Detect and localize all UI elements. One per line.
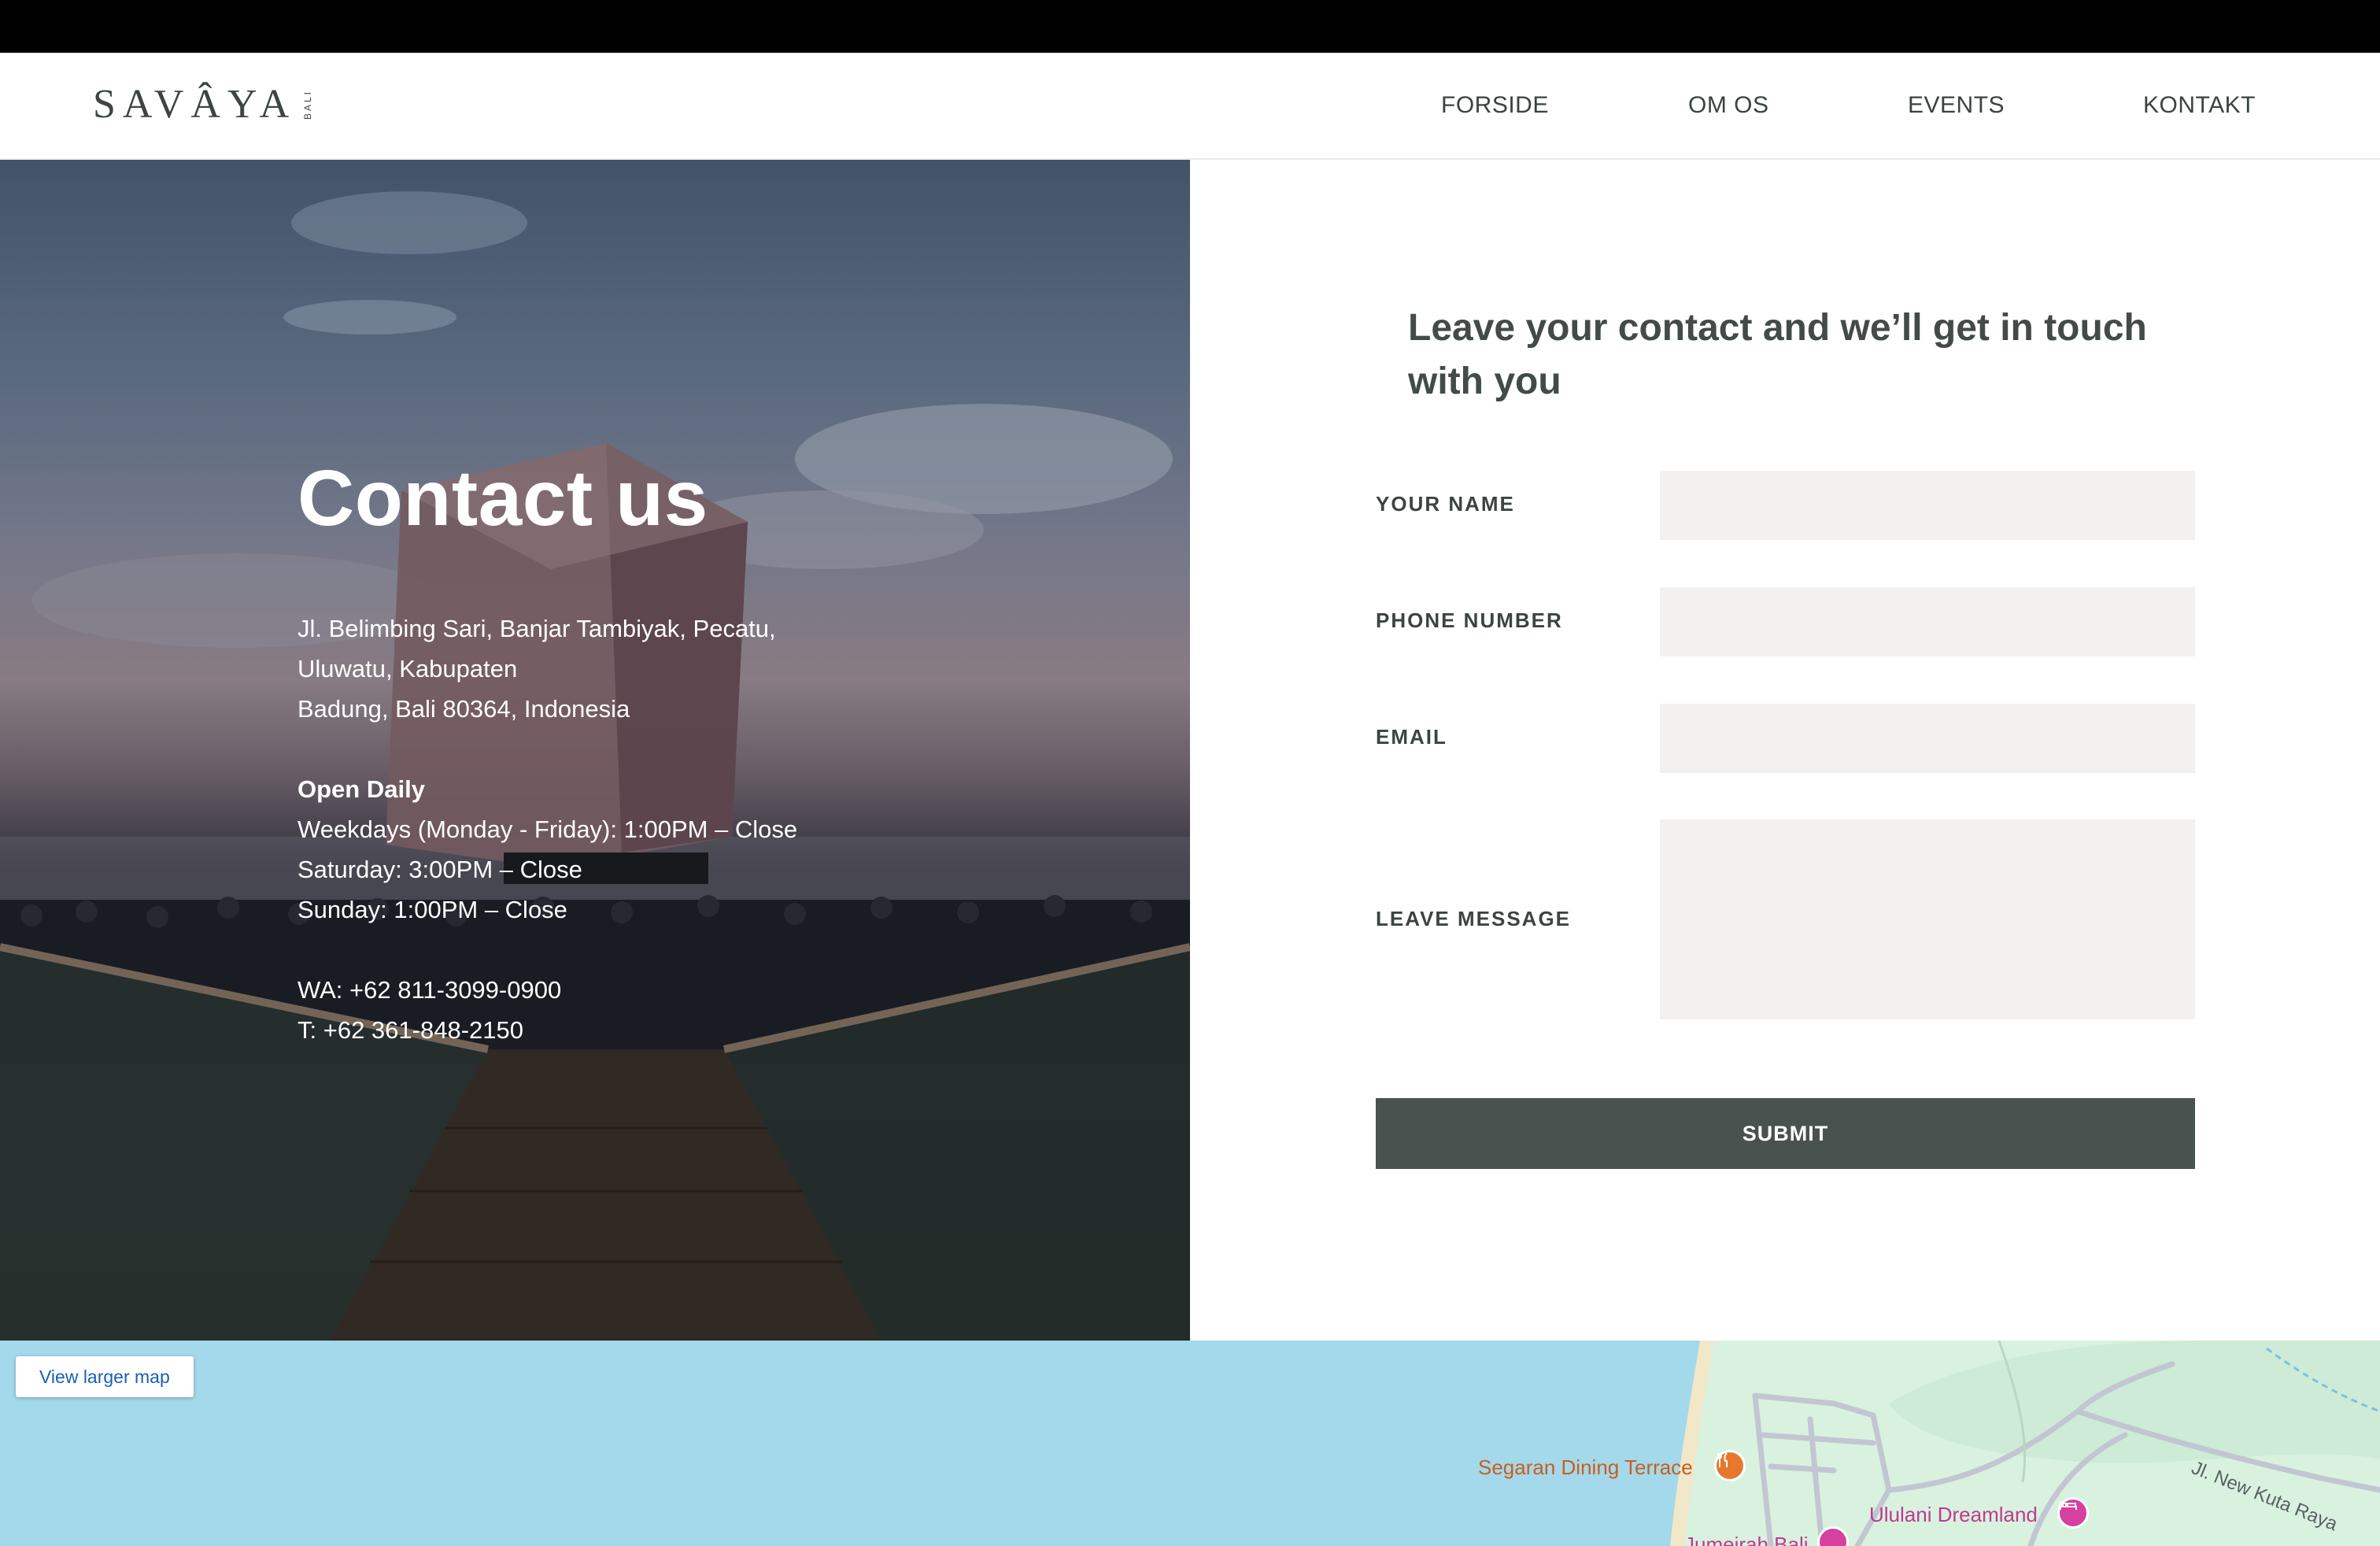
hours-line: Sunday: 1:00PM – Close xyxy=(298,896,567,923)
whatsapp-phone[interactable]: WA: +62 811-3099-0900 xyxy=(298,970,797,1010)
bed-icon xyxy=(2060,1501,2077,1510)
name-input[interactable] xyxy=(1660,471,2195,540)
address-line: Badung, Bali 80364, Indonesia xyxy=(298,695,630,723)
fork-knife-icon xyxy=(1717,1452,1728,1467)
map-place-label[interactable]: Ululani Dreamland xyxy=(1869,1504,2038,1525)
name-label: YOUR NAME xyxy=(1376,492,1515,516)
email-input[interactable] xyxy=(1660,704,2195,773)
hours-line: Weekdays (Monday - Friday): 1:00PM – Clo… xyxy=(298,816,798,843)
hotel-pin-icon[interactable] xyxy=(2057,1497,2089,1529)
email-label: EMAIL xyxy=(1376,725,1447,749)
nav-item-kontakt[interactable]: KONTAKT xyxy=(2143,94,2256,117)
page-title: Contact us xyxy=(298,454,708,542)
message-textarea[interactable] xyxy=(1660,819,2195,1019)
nav-item-om-os[interactable]: OM OS xyxy=(1688,94,1769,117)
site-header: SAVÂYA BALI FORSIDE OM OS EVENTS KONTAKT xyxy=(0,53,2380,160)
form-heading: Leave your contact and we’ll get in touc… xyxy=(1408,307,2147,402)
location-map[interactable]: View larger map Segaran Dining Terrace U… xyxy=(0,1341,2380,1546)
submit-button[interactable]: SUBMIT xyxy=(1376,1098,2195,1169)
contact-info: Contact us Jl. Belimbing Sari, Banjar Ta… xyxy=(298,459,797,1050)
browser-top-bar xyxy=(0,0,2380,53)
nav-item-events[interactable]: EVENTS xyxy=(1908,94,2005,117)
contact-hero: Contact us Jl. Belimbing Sari, Banjar Ta… xyxy=(0,160,1190,1341)
contact-details: Jl. Belimbing Sari, Banjar Tambiyak, Pec… xyxy=(298,608,797,1050)
view-larger-map-link[interactable]: View larger map xyxy=(16,1356,194,1397)
hours-line: Saturday: 3:00PM – Close xyxy=(298,856,582,883)
restaurant-pin-icon[interactable] xyxy=(1714,1450,1746,1481)
map-place-label[interactable]: Jumeirah Bali xyxy=(1684,1534,1809,1546)
phone-input[interactable] xyxy=(1660,587,2195,656)
main-nav: FORSIDE OM OS EVENTS KONTAKT xyxy=(0,94,2380,125)
contact-form-panel: Leave your contact and we’ll get in touc… xyxy=(1190,160,2380,1341)
hours-title: Open Daily xyxy=(298,775,425,803)
map-place-label[interactable]: Segaran Dining Terrace xyxy=(1478,1457,1693,1478)
phone-label: PHONE NUMBER xyxy=(1376,608,1563,632)
message-label: LEAVE MESSAGE xyxy=(1376,907,1572,930)
address-line: Uluwatu, Kabupaten xyxy=(298,655,518,682)
telephone[interactable]: T: +62 361-848-2150 xyxy=(298,1010,797,1050)
address-line: Jl. Belimbing Sari, Banjar Tambiyak, Pec… xyxy=(298,615,776,642)
nav-item-forside[interactable]: FORSIDE xyxy=(1441,94,1549,117)
